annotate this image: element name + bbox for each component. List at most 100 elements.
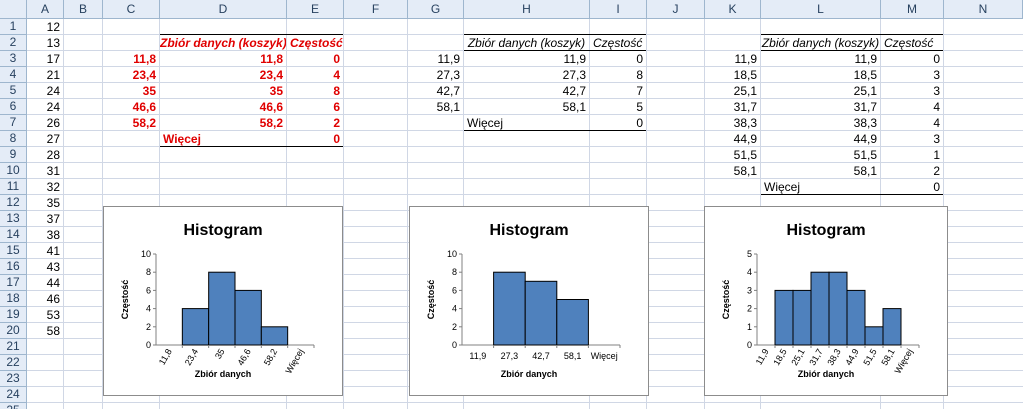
cell-h6[interactable]: 58,1 <box>464 99 589 115</box>
row-header-12[interactable]: 12 <box>0 195 27 211</box>
row-header-2[interactable]: 2 <box>0 35 27 51</box>
cell-h3[interactable]: 11,9 <box>464 51 589 67</box>
row-header-1[interactable]: 1 <box>0 19 27 35</box>
cell-a8[interactable]: 27 <box>27 131 63 147</box>
cell-e4[interactable]: 4 <box>287 67 343 83</box>
cell-e6[interactable]: 6 <box>287 99 343 115</box>
cell-e7[interactable]: 2 <box>287 115 343 131</box>
cell-d5[interactable]: 35 <box>160 83 286 99</box>
cell-l4[interactable]: 18,5 <box>761 67 880 83</box>
cell-a9[interactable]: 28 <box>27 147 63 163</box>
cell-a18[interactable]: 46 <box>27 291 63 307</box>
cell-m6[interactable]: 4 <box>881 99 943 115</box>
column-header-n[interactable]: N <box>944 0 1023 19</box>
row-header-9[interactable]: 9 <box>0 147 27 163</box>
table2-header-bin[interactable]: Zbiór danych (koszyk) <box>464 35 589 51</box>
cell-a6[interactable]: 24 <box>27 99 63 115</box>
histogram-chart-1[interactable]: Histogram 0 2 4 6 8 10 11,8 23,4 35 46,6 58,2 Więcej… <box>103 206 343 396</box>
row-header-18[interactable]: 18 <box>0 291 27 307</box>
table2-header-freq[interactable]: Częstość <box>590 35 646 51</box>
cell-k6[interactable]: 31,7 <box>705 99 760 115</box>
row-header-15[interactable]: 15 <box>0 243 27 259</box>
cell-l10[interactable]: 58,1 <box>761 163 880 179</box>
table1-header-freq[interactable]: Częstość <box>287 35 343 51</box>
column-header-m[interactable]: M <box>881 0 944 19</box>
cell-g6[interactable]: 58,1 <box>408 99 463 115</box>
row-header-16[interactable]: 16 <box>0 259 27 275</box>
row-header-25[interactable]: 25 <box>0 403 27 409</box>
histogram-chart-3[interactable]: Histogram 0 1 2 3 4 5 11,9 18,5 25,1 31,7 38,3 44,9 5… <box>704 206 948 396</box>
column-header-d[interactable]: D <box>160 0 287 19</box>
spreadsheet-grid[interactable]: ABCDEFGHIJKLMN 1 2 3 4 5 6 7 8 9 10 11 12 13 14 15 16 17… <box>0 0 1023 409</box>
cell-c5[interactable]: 35 <box>103 83 159 99</box>
cell-m3[interactable]: 0 <box>881 51 943 67</box>
column-header-l[interactable]: L <box>761 0 881 19</box>
cell-i7[interactable]: 0 <box>590 115 646 131</box>
row-header-23[interactable]: 23 <box>0 371 27 387</box>
row-header-24[interactable]: 24 <box>0 387 27 403</box>
cell-m7[interactable]: 4 <box>881 115 943 131</box>
cell-i6[interactable]: 5 <box>590 99 646 115</box>
column-header-c[interactable]: C <box>103 0 160 19</box>
row-header-8[interactable]: 8 <box>0 131 27 147</box>
cell-e8[interactable]: 0 <box>287 131 343 147</box>
cell-a15[interactable]: 41 <box>27 243 63 259</box>
column-header-b[interactable]: B <box>64 0 103 19</box>
column-header-f[interactable]: F <box>344 0 408 19</box>
table2-more-label[interactable]: Więcej <box>464 115 589 131</box>
cell-m9[interactable]: 1 <box>881 147 943 163</box>
cell-h5[interactable]: 42,7 <box>464 83 589 99</box>
cell-e3[interactable]: 0 <box>287 51 343 67</box>
cell-a11[interactable]: 32 <box>27 179 63 195</box>
row-header-21[interactable]: 21 <box>0 339 27 355</box>
cell-a4[interactable]: 21 <box>27 67 63 83</box>
cell-d7[interactable]: 58,2 <box>160 115 286 131</box>
cell-m5[interactable]: 3 <box>881 83 943 99</box>
cell-a14[interactable]: 38 <box>27 227 63 243</box>
histogram-chart-2[interactable]: Histogram 0 2 4 6 8 10 11,9 27,3 42,7 58,1 Więcej Zb… <box>409 206 649 396</box>
cell-l5[interactable]: 25,1 <box>761 83 880 99</box>
row-header-17[interactable]: 17 <box>0 275 27 291</box>
table3-header-freq[interactable]: Częstość <box>881 35 943 51</box>
cell-c4[interactable]: 23,4 <box>103 67 159 83</box>
row-header-11[interactable]: 11 <box>0 179 27 195</box>
cell-a19[interactable]: 53 <box>27 307 63 323</box>
cell-k10[interactable]: 58,1 <box>705 163 760 179</box>
column-header-j[interactable]: J <box>647 0 705 19</box>
cell-m11[interactable]: 0 <box>881 179 943 195</box>
row-header-7[interactable]: 7 <box>0 115 27 131</box>
row-header-14[interactable]: 14 <box>0 227 27 243</box>
table1-header-bin[interactable]: Zbiór danych (koszyk) <box>160 35 286 51</box>
row-header-3[interactable]: 3 <box>0 51 27 67</box>
cell-g5[interactable]: 42,7 <box>408 83 463 99</box>
cell-a12[interactable]: 35 <box>27 195 63 211</box>
cell-g4[interactable]: 27,3 <box>408 67 463 83</box>
cell-a3[interactable]: 17 <box>27 51 63 67</box>
column-header-e[interactable]: E <box>287 0 344 19</box>
cell-a13[interactable]: 37 <box>27 211 63 227</box>
cell-m4[interactable]: 3 <box>881 67 943 83</box>
cell-a2[interactable]: 13 <box>27 35 63 51</box>
cell-c7[interactable]: 58,2 <box>103 115 159 131</box>
row-header-13[interactable]: 13 <box>0 211 27 227</box>
cell-g3[interactable]: 11,9 <box>408 51 463 67</box>
cell-l3[interactable]: 11,9 <box>761 51 880 67</box>
cell-i4[interactable]: 8 <box>590 67 646 83</box>
row-header-20[interactable]: 20 <box>0 323 27 339</box>
cell-m10[interactable]: 2 <box>881 163 943 179</box>
cell-m8[interactable]: 3 <box>881 131 943 147</box>
column-header-a[interactable]: A <box>27 0 64 19</box>
row-header-6[interactable]: 6 <box>0 99 27 115</box>
cell-a5[interactable]: 24 <box>27 83 63 99</box>
cell-k7[interactable]: 38,3 <box>705 115 760 131</box>
column-header-i[interactable]: I <box>590 0 647 19</box>
cell-e5[interactable]: 8 <box>287 83 343 99</box>
cell-a20[interactable]: 58 <box>27 323 63 339</box>
table3-more-label[interactable]: Więcej <box>761 179 880 195</box>
cell-l7[interactable]: 38,3 <box>761 115 880 131</box>
cell-d6[interactable]: 46,6 <box>160 99 286 115</box>
table1-more-label[interactable]: Więcej <box>160 131 286 147</box>
cell-k8[interactable]: 44,9 <box>705 131 760 147</box>
column-header-g[interactable]: G <box>408 0 464 19</box>
cell-a10[interactable]: 31 <box>27 163 63 179</box>
